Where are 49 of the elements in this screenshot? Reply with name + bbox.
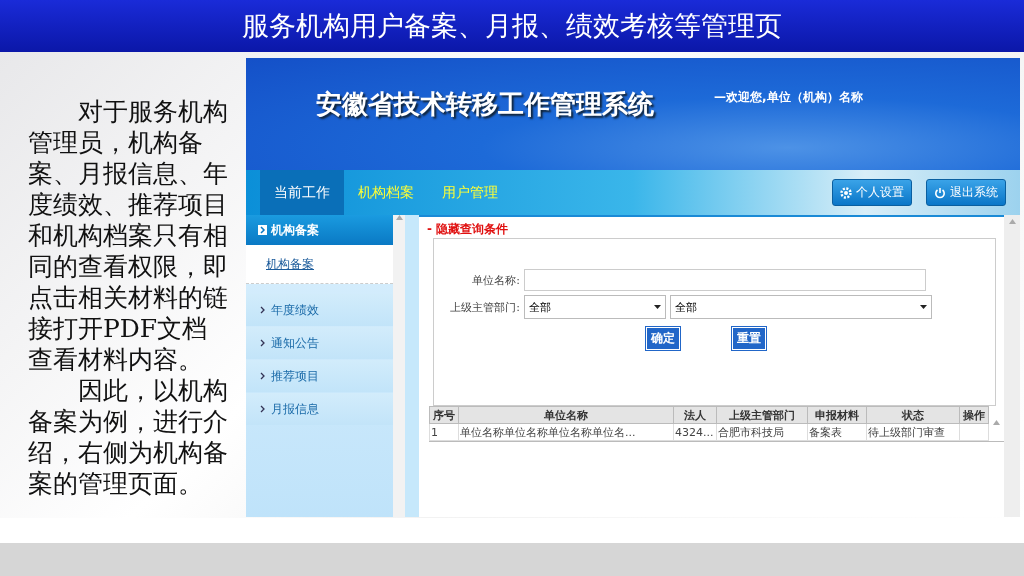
nav-tab[interactable]: 机构档案 [344, 170, 428, 215]
table-cell: 1 [429, 423, 459, 441]
column-header: 法人 [673, 406, 717, 424]
column-header: 序号 [429, 406, 459, 424]
settings-button[interactable]: 个人设置 [832, 179, 912, 206]
column-header: 单位名称 [458, 406, 674, 424]
nav-tab[interactable]: 当前工作 [260, 170, 344, 215]
column-header: 状态 [866, 406, 960, 424]
power-button[interactable]: 退出系统 [926, 179, 1006, 206]
description-paragraph: 因此，以机构备案为例，进行介绍，右侧为机构备案的管理页面。 [28, 375, 228, 499]
chevron-icon [260, 339, 265, 347]
settings-icon [840, 186, 852, 199]
splitter-bar[interactable] [405, 215, 419, 517]
sidebar-item[interactable]: 月报信息 [246, 393, 393, 425]
column-header: 申报材料 [807, 406, 867, 424]
scroll-up-arrow-icon[interactable] [1008, 219, 1016, 224]
dropdown-icon [920, 305, 927, 309]
chevron-icon [260, 405, 265, 413]
arrow-icon [258, 225, 267, 235]
power-icon [934, 186, 946, 199]
sidebar-item[interactable]: 推荐项目 [246, 360, 393, 392]
scroll-up-arrow-icon[interactable] [993, 420, 1000, 425]
field-label: 单位名称: [471, 272, 520, 288]
table-cell: 4324... [673, 423, 717, 441]
column-header: 上级主管部门 [716, 406, 808, 424]
column-header: 操作 [959, 406, 989, 424]
unit-name-field[interactable] [524, 269, 926, 291]
chevron-icon [260, 372, 265, 380]
field-label: 上级主管部门: [449, 299, 520, 315]
table-cell: 待上级部门审查 [866, 423, 960, 441]
slide-title: 服务机构用户备案、月报、绩效考核等管理页 [0, 0, 1024, 52]
table-cell: 合肥市科技局 [716, 423, 808, 441]
chevron-icon [260, 306, 265, 314]
nav-tab[interactable]: 用户管理 [428, 170, 512, 215]
table-cell: 单位名称单位名称单位名称单位名... [458, 423, 674, 441]
welcome-text: —欢迎您,单位（机构）名称 [714, 88, 863, 106]
hide-filter-link[interactable]: - 隐藏查询条件 [427, 221, 509, 238]
app-title: 安徽省技术转移工作管理系统 [316, 87, 654, 121]
department-select[interactable]: 全部 [524, 295, 666, 319]
table-cell: 备案表 [807, 423, 867, 441]
scroll-up-arrow-icon[interactable] [395, 215, 403, 220]
sidebar-header-label: 机构备案 [271, 221, 319, 239]
dropdown-icon [654, 305, 661, 309]
form-button[interactable]: 重置 [732, 327, 766, 350]
sidebar-header[interactable]: 机构备案 [246, 215, 393, 245]
department-select[interactable]: 全部 [670, 295, 932, 319]
form-button[interactable]: 确定 [646, 327, 680, 350]
sidebar-link[interactable]: 机构备案 [266, 255, 314, 273]
description-paragraph: 对于服务机构管理员，机构备案、月报信息、年度绩效、推荐项目和机构档案只有相同的查看权限，即点击相关材料的链接打开PDF文档查看材料内容。 [28, 96, 228, 375]
